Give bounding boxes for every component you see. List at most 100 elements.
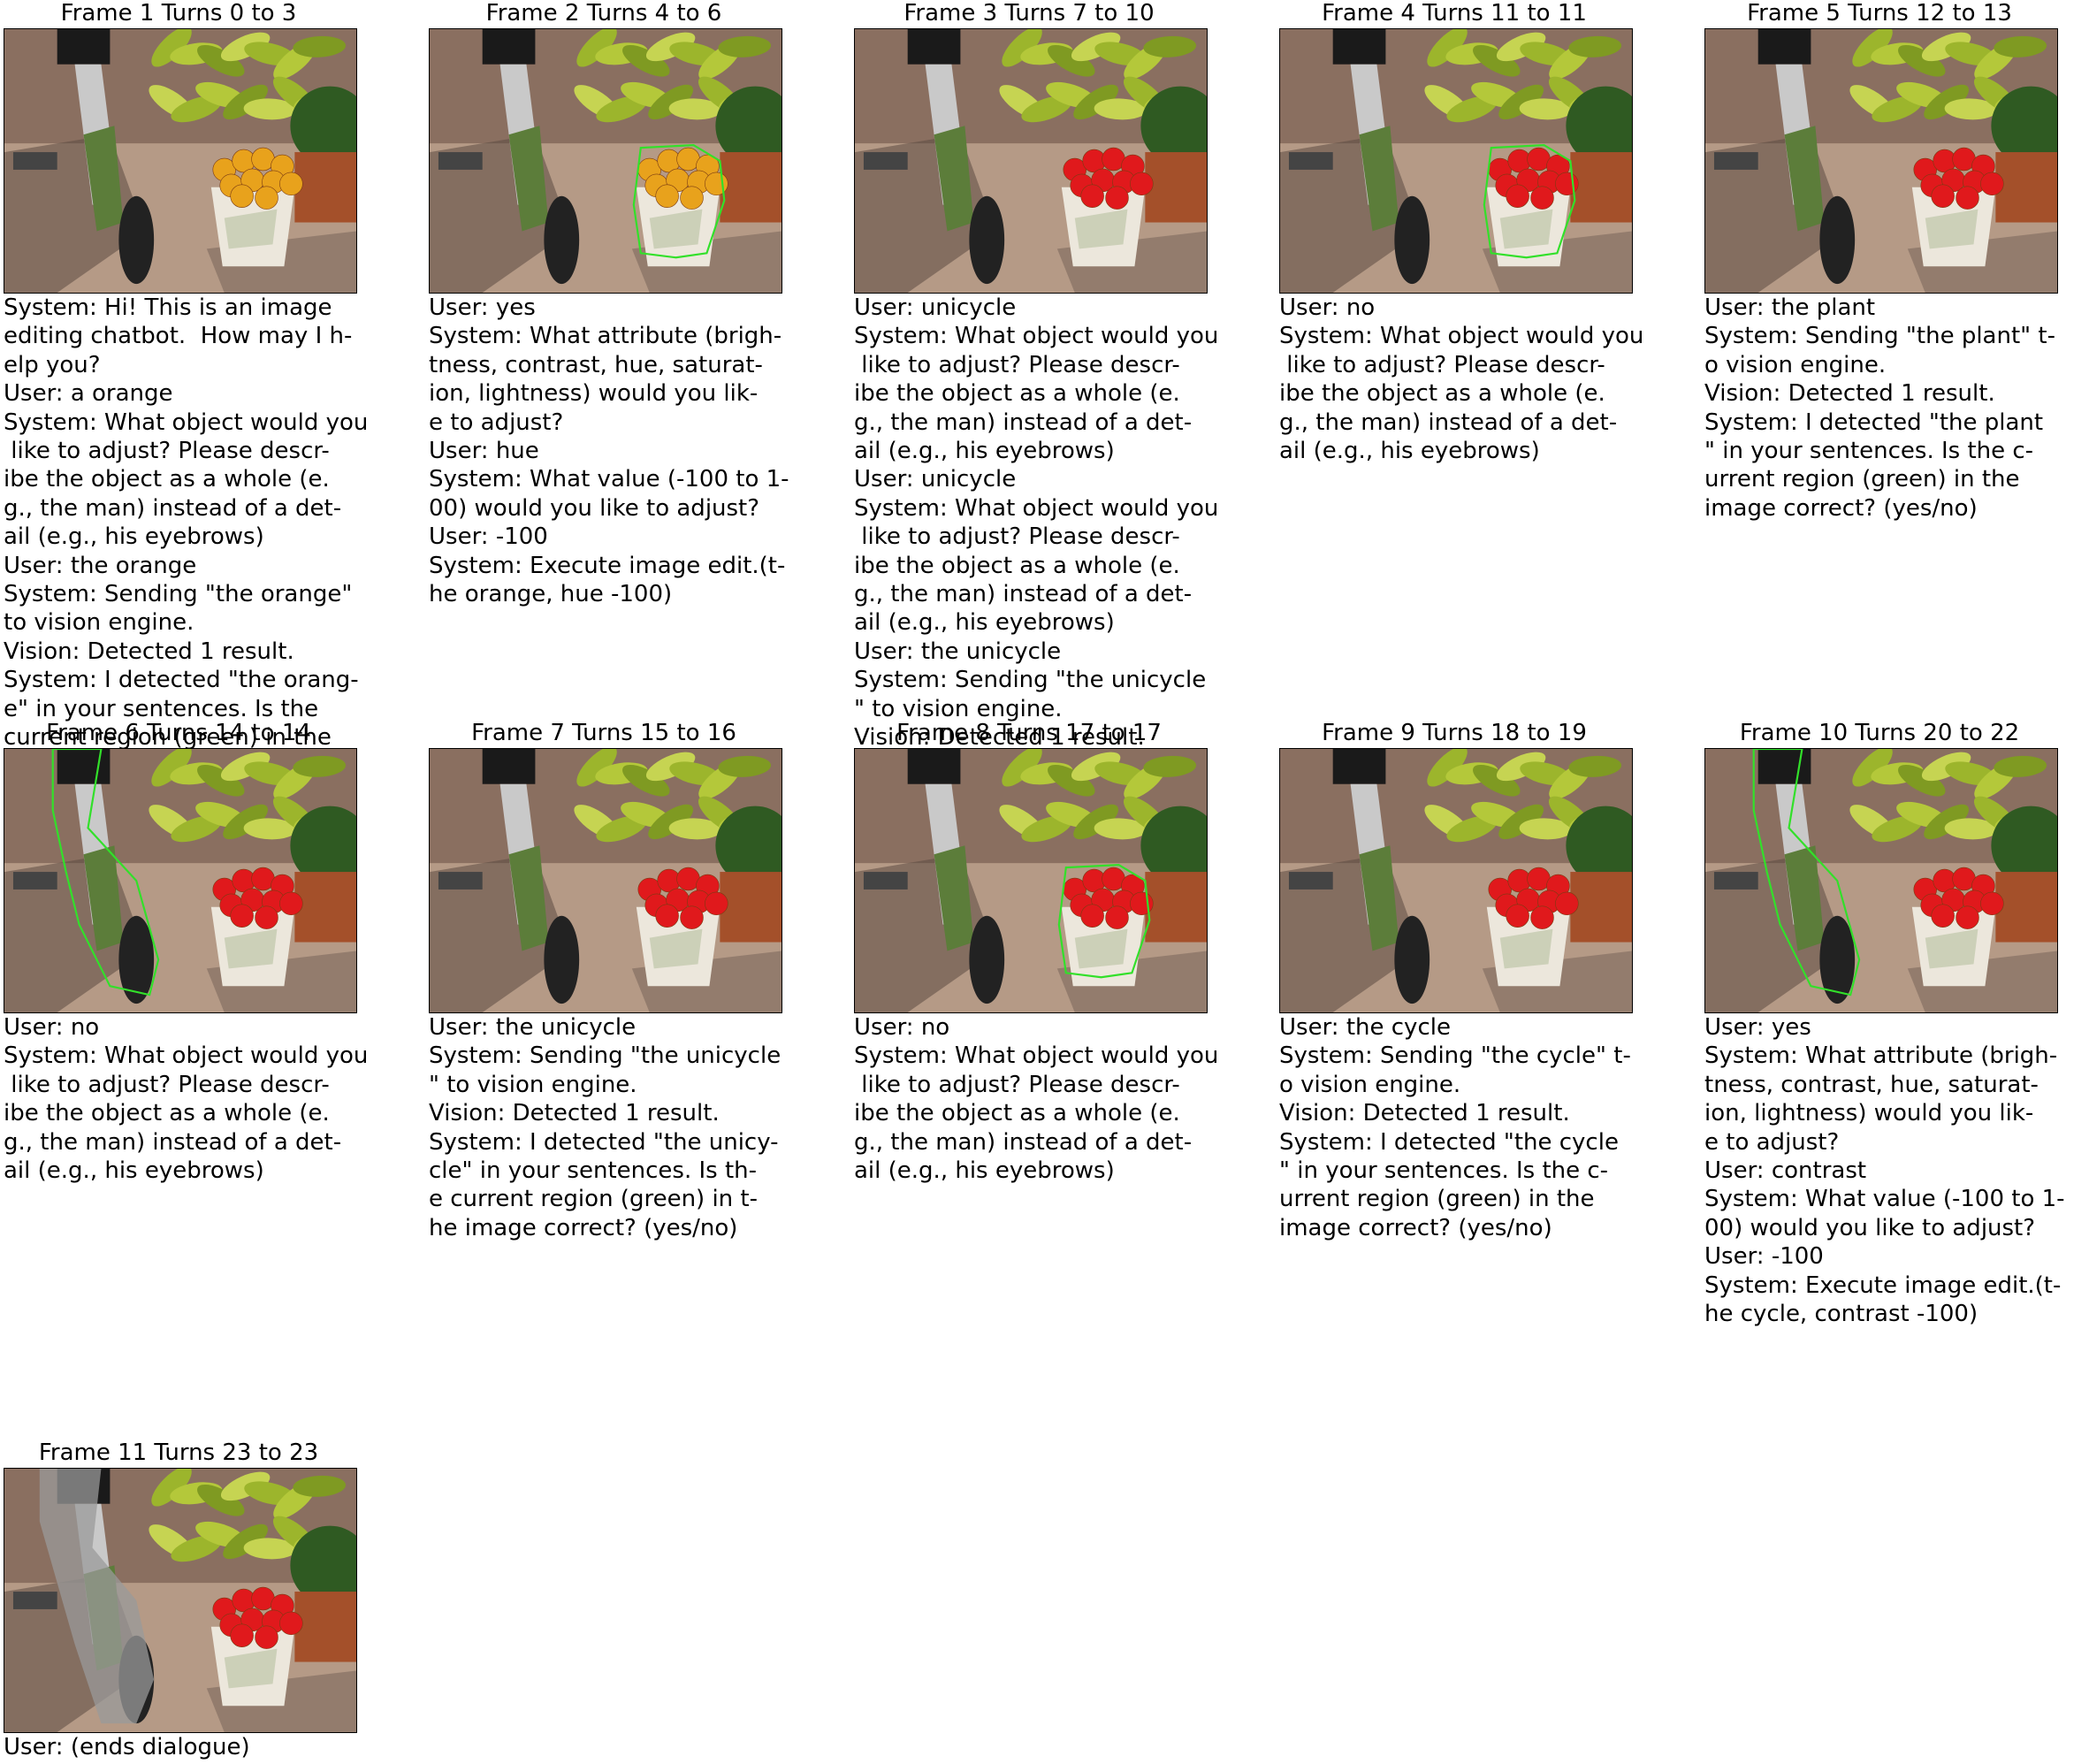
- dialog-line: System: Sending "the plant" t-: [1704, 323, 2055, 350]
- dialog-line: image correct? (yes/no): [1704, 494, 1978, 522]
- frame-image: [1279, 28, 1633, 294]
- dialog-line: cle" in your sentences. Is th-: [429, 1157, 758, 1185]
- frame-image: [4, 748, 357, 1013]
- dialog-line: g., the man) instead of a det-: [854, 409, 1193, 436]
- frame-image: [1279, 748, 1633, 1013]
- dialog-line: System: Sending "the cycle" t-: [1279, 1042, 1631, 1070]
- dialog-line: g., the man) instead of a det-: [854, 581, 1193, 608]
- dialog-line: System: What object would you: [854, 323, 1219, 350]
- dialog-line: ail (e.g., his eyebrows): [1279, 438, 1540, 465]
- dialog-line: g., the man) instead of a det-: [4, 494, 342, 522]
- frame-title: Frame 11 Turns 23 to 23: [38, 1439, 319, 1466]
- dialog-line: g., the man) instead of a det-: [4, 1128, 342, 1156]
- dialog-transcript: User: yes System: What attribute (brigh-t…: [429, 294, 844, 608]
- dialog-line: ail (e.g., his eyebrows): [4, 523, 264, 551]
- frame-title: Frame 9 Turns 18 to 19: [1322, 720, 1587, 746]
- dialog-line: ail (e.g., his eyebrows): [854, 609, 1115, 637]
- dialog-line: User: contrast: [1704, 1157, 1867, 1185]
- dialog-line: elp you?: [4, 351, 101, 378]
- scene-image: [1705, 749, 2057, 1012]
- scene-image: [855, 749, 1207, 1012]
- dialog-line: o vision engine.: [1704, 351, 1887, 378]
- dialog-line: 00) would you like to adjust?: [1704, 1214, 2036, 1241]
- dialog-line: System: Sending "the orange": [4, 581, 353, 608]
- frame-title: Frame 2 Turns 4 to 6: [485, 0, 722, 27]
- dialog-transcript: User: yes System: What attribute (brigh-t…: [1704, 1013, 2089, 1328]
- dialog-line: e to adjust?: [429, 409, 564, 436]
- scene-image: [4, 749, 356, 1012]
- dialog-line: e current region (green) in t-: [429, 1186, 758, 1213]
- dialog-line: User: the unicycle: [854, 638, 1062, 665]
- dialog-line: User: -100: [1704, 1243, 1824, 1271]
- dialog-line: g., the man) instead of a det-: [854, 1128, 1193, 1156]
- dialog-line: 00) would you like to adjust?: [429, 494, 760, 522]
- dialog-line: System: I detected "the orang-: [4, 667, 359, 694]
- scene-image: [1280, 749, 1632, 1012]
- dialog-line: System: Hi! This is an image: [4, 294, 332, 321]
- dialog-line: System: Sending "the unicycle: [854, 667, 1207, 694]
- frame-title: Frame 10 Turns 20 to 22: [1739, 720, 2020, 746]
- dialog-line: User: (ends dialogue): [4, 1734, 250, 1760]
- dialog-line: System: Execute image edit.(t-: [1704, 1271, 2062, 1299]
- dialog-line: System: Sending "the unicycle: [429, 1042, 781, 1070]
- frame-title: Frame 1 Turns 0 to 3: [60, 0, 297, 27]
- frame-title: Frame 4 Turns 11 to 11: [1322, 0, 1587, 27]
- dialog-line: User: hue: [429, 438, 539, 465]
- dialog-transcript: User: no System: What object would you li…: [4, 1013, 419, 1185]
- dialog-line: System: What attribute (brigh-: [429, 323, 782, 350]
- dialog-line: urrent region (green) in the: [1279, 1186, 1595, 1213]
- dialog-line: User: the cycle: [1279, 1014, 1451, 1041]
- dialog-line: ion, lightness) would you lik-: [429, 380, 759, 408]
- dialog-line: User: the unicycle: [429, 1014, 637, 1041]
- dialog-line: ibe the object as a whole (e.: [4, 466, 330, 493]
- dialog-line: System: I detected "the cycle: [1279, 1128, 1619, 1156]
- dialog-line: like to adjust? Please descr-: [4, 1071, 330, 1098]
- dialog-line: o vision engine.: [1279, 1071, 1461, 1098]
- dialog-line: System: What object would you: [854, 494, 1219, 522]
- dialog-line: User: no: [854, 1014, 950, 1041]
- dialog-line: User: the plant: [1704, 294, 1876, 321]
- scene-image: [4, 1469, 356, 1732]
- dialog-line: urrent region (green) in the: [1704, 466, 2020, 493]
- dialog-line: User: the orange: [4, 552, 197, 579]
- dialog-line: User: unicycle: [854, 294, 1017, 321]
- frame-image: [854, 748, 1208, 1013]
- scene-image: [1705, 29, 2057, 293]
- dialog-line: he image correct? (yes/no): [429, 1214, 738, 1241]
- dialog-line: User: no: [4, 1014, 100, 1041]
- dialog-line: ail (e.g., his eyebrows): [854, 1157, 1115, 1185]
- frame-image: [429, 28, 782, 294]
- dialog-line: System: What object would you: [1279, 323, 1644, 350]
- dialog-line: image correct? (yes/no): [1279, 1214, 1552, 1241]
- dialog-line: tness, contrast, hue, saturat-: [1704, 1071, 2039, 1098]
- dialog-line: User: unicycle: [854, 466, 1017, 493]
- dialog-line: ion, lightness) would you lik-: [1704, 1100, 2034, 1127]
- dialog-line: Vision: Detected 1 result.: [1279, 1100, 1570, 1127]
- scene-image: [430, 749, 781, 1012]
- dialog-transcript: User: no System: What object would you li…: [854, 1013, 1269, 1185]
- dialog-line: System: What value (-100 to 1-: [1704, 1186, 2065, 1213]
- dialog-line: System: What object would you: [854, 1042, 1219, 1070]
- frame-image: [429, 748, 782, 1013]
- dialog-transcript: User: the unicycle System: Sending "the u…: [429, 1013, 844, 1242]
- dialog-line: like to adjust? Please descr-: [854, 351, 1180, 378]
- dialog-transcript: System: Hi! This is an image editing chat…: [4, 294, 419, 752]
- dialog-line: ibe the object as a whole (e.: [854, 1100, 1180, 1127]
- dialog-line: g., the man) instead of a det-: [1279, 409, 1618, 436]
- dialog-line: he cycle, contrast -100): [1704, 1301, 1978, 1328]
- dialog-line: User: yes: [429, 294, 536, 321]
- dialog-line: like to adjust? Please descr-: [854, 1071, 1180, 1098]
- dialog-line: e to adjust?: [1704, 1128, 1840, 1156]
- dialog-transcript: User: no System: What object would you li…: [1279, 294, 1695, 465]
- dialog-line: System: What object would you: [4, 1042, 369, 1070]
- dialog-line: ibe the object as a whole (e.: [854, 552, 1180, 579]
- scene-image: [4, 29, 356, 293]
- dialog-line: User: -100: [429, 523, 548, 551]
- frame-title: Frame 7 Turns 15 to 16: [471, 720, 736, 746]
- dialog-line: ail (e.g., his eyebrows): [4, 1157, 264, 1185]
- frame-image: [854, 28, 1208, 294]
- frame-title: Frame 8 Turns 17 to 17: [896, 720, 1162, 746]
- dialog-line: Vision: Detected 1 result.: [429, 1100, 720, 1127]
- dialog-line: User: a orange: [4, 380, 173, 408]
- dialog-line: like to adjust? Please descr-: [4, 438, 330, 465]
